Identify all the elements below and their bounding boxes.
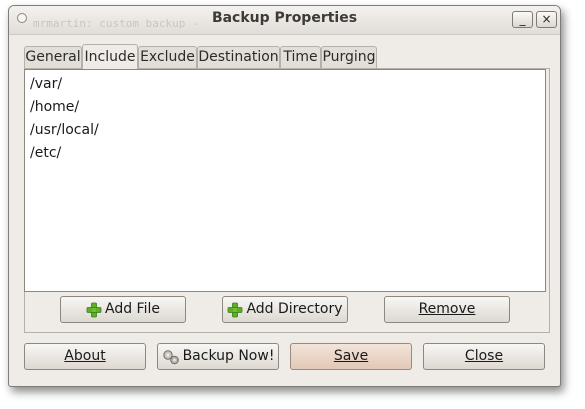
tab-destination[interactable]: Destination: [197, 46, 280, 68]
include-list[interactable]: /var/ /home/ /usr/local/ /etc/: [24, 69, 546, 292]
minimize-icon: _: [519, 12, 526, 26]
about-label: About: [64, 348, 106, 364]
close-button[interactable]: Close: [423, 343, 545, 370]
save-button[interactable]: Save: [290, 343, 412, 370]
backup-now-label: Backup Now!: [182, 348, 275, 364]
add-directory-button[interactable]: Add Directory: [222, 296, 348, 323]
tab-time[interactable]: Time: [280, 46, 321, 68]
tab-purging[interactable]: Purging: [321, 46, 377, 68]
title-bar[interactable]: mrmartin: custom backup - Backup Propert…: [9, 6, 560, 35]
minimize-button[interactable]: _: [512, 11, 533, 28]
save-label: Save: [333, 348, 369, 364]
add-file-button[interactable]: Add File: [60, 296, 186, 323]
window-title: Backup Properties: [211, 10, 358, 26]
backup-now-button[interactable]: Backup Now!: [157, 343, 279, 370]
close-icon: ×: [541, 12, 552, 26]
close-label: Close: [464, 348, 504, 364]
remove-button[interactable]: Remove: [384, 296, 510, 323]
plus-icon: [86, 302, 102, 317]
close-window-button[interactable]: ×: [536, 11, 557, 28]
backup-properties-window: mrmartin: custom backup - Backup Propert…: [8, 5, 561, 387]
add-file-label: Add File: [105, 301, 160, 317]
list-item[interactable]: /etc/: [30, 142, 61, 164]
add-directory-label: Add Directory: [246, 301, 343, 317]
tab-exclude[interactable]: Exclude: [138, 46, 197, 68]
tab-general[interactable]: General: [24, 46, 82, 68]
list-item[interactable]: /var/: [30, 73, 62, 95]
gears-icon: [162, 349, 179, 364]
list-item[interactable]: /usr/local/: [30, 119, 99, 141]
tab-include[interactable]: Include: [82, 44, 138, 69]
about-button[interactable]: About: [24, 343, 146, 370]
plus-icon: [228, 302, 243, 317]
list-item[interactable]: /home/: [30, 96, 79, 118]
remove-label: Remove: [418, 301, 476, 317]
